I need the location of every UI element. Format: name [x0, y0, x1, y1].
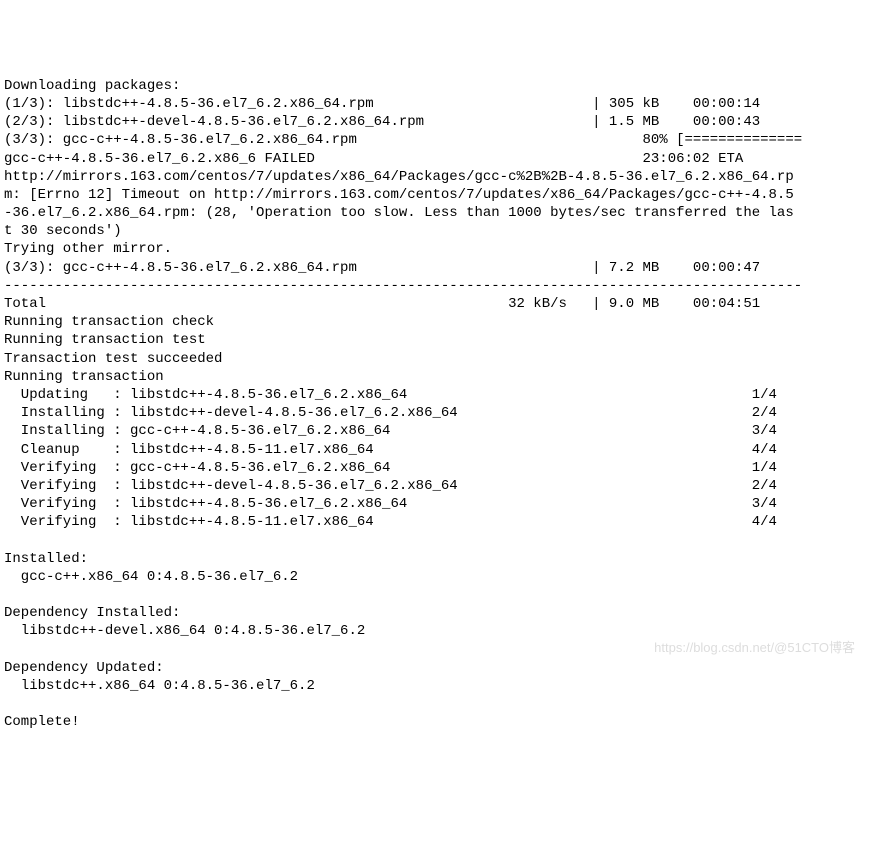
terminal-output: Downloading packages: (1/3): libstdc++-4…: [4, 77, 875, 732]
watermark-text: https://blog.csdn.net/@51CTO博客: [654, 640, 855, 657]
